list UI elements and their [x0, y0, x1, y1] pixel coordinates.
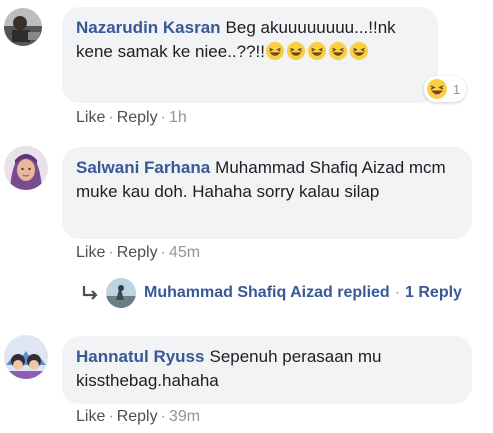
laughing-emoji-icon [328, 41, 348, 61]
reply-button[interactable]: Reply [117, 109, 158, 126]
timestamp[interactable]: 45m [169, 244, 200, 261]
reply-button[interactable]: Reply [117, 408, 158, 425]
comment-actions: Like · Reply · 39m [76, 408, 201, 425]
reply-button[interactable]: Reply [117, 244, 158, 261]
laughing-emoji-icon [265, 41, 285, 61]
like-button[interactable]: Like [76, 408, 105, 425]
avatar-nazarudin[interactable] [4, 8, 42, 46]
comment-actions: Like · Reply · 1h [76, 109, 187, 126]
laughing-emoji-icon [307, 41, 327, 61]
laughing-emoji-row [265, 41, 370, 61]
laughing-emoji-icon [427, 79, 447, 99]
like-button[interactable]: Like [76, 244, 105, 261]
timestamp[interactable]: 39m [169, 408, 200, 425]
comment-author[interactable]: Hannatul Ryuss [76, 347, 204, 366]
comment-bubble: Nazarudin Kasran Beg akuuuuuuuu...!!nk ke… [62, 7, 438, 103]
laughing-emoji-icon [286, 41, 306, 61]
view-replies-link[interactable]: Muhammad Shafiq Aizad replied · 1 Reply [80, 278, 462, 308]
comment-author[interactable]: Nazarudin Kasran [76, 18, 221, 37]
avatar-hannatul[interactable] [4, 335, 48, 379]
comment-bubble: Hannatul Ryuss Sepenuh perasaan mu kissth… [62, 336, 472, 404]
comment-actions: Like · Reply · 45m [76, 244, 201, 261]
reply-author-name: Muhammad Shafiq Aizad [144, 284, 333, 301]
timestamp[interactable]: 1h [169, 109, 187, 126]
reply-author-avatar [106, 278, 136, 308]
reaction-count: 1 [453, 81, 461, 97]
comment-author[interactable]: Salwani Farhana [76, 158, 210, 177]
laughing-emoji-icon [349, 41, 369, 61]
reaction-badge[interactable]: 1 [424, 76, 467, 102]
replied-label: replied [337, 284, 390, 301]
like-button[interactable]: Like [76, 109, 105, 126]
reply-arrow-icon [82, 286, 98, 300]
avatar-salwani[interactable] [4, 146, 48, 190]
comment-bubble: Salwani Farhana Muhammad Shafiq Aizad mcm… [62, 147, 472, 239]
reply-count[interactable]: 1 Reply [405, 284, 462, 302]
